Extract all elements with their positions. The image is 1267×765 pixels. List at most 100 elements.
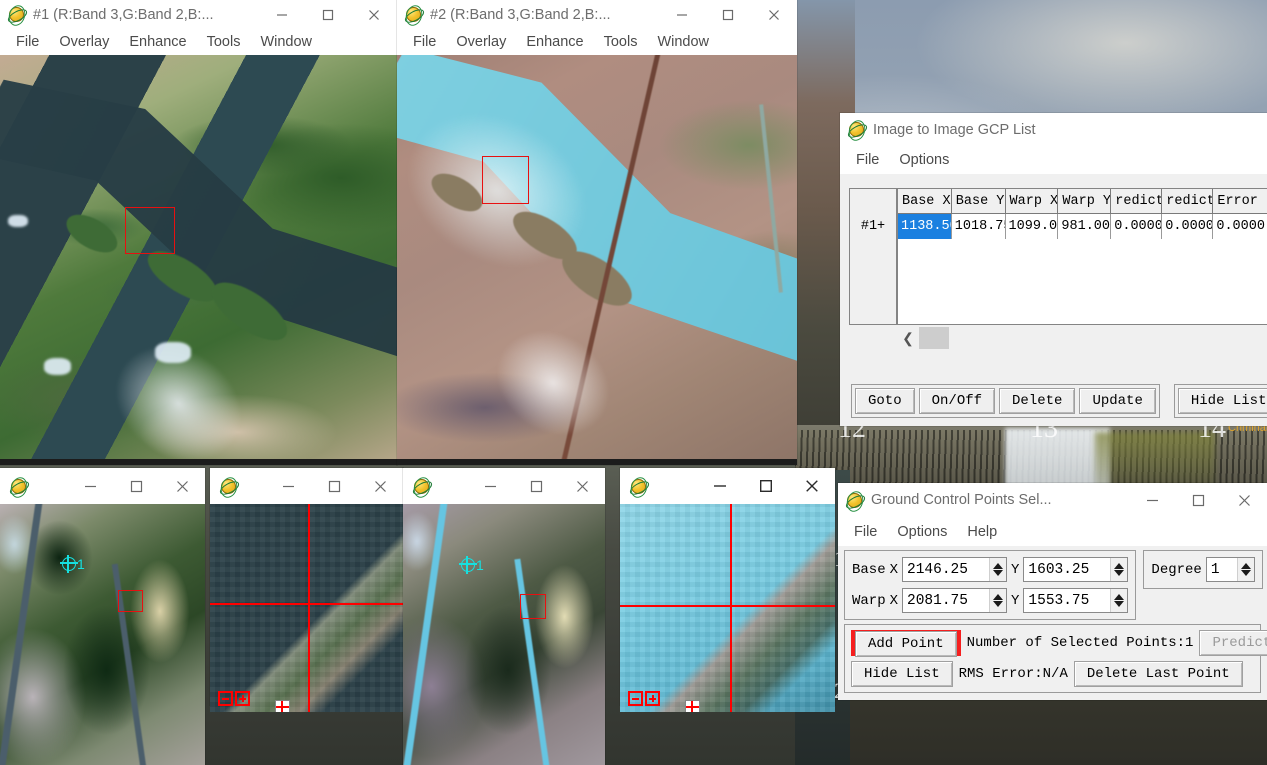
titlebar-scroll-1[interactable] bbox=[0, 468, 205, 504]
zoom-grid-icon[interactable] bbox=[685, 700, 700, 712]
close-icon[interactable] bbox=[789, 468, 835, 504]
minimize-icon[interactable] bbox=[259, 0, 305, 29]
onoff-button[interactable]: On/Off bbox=[918, 387, 996, 414]
cell-error[interactable]: 0.0000 bbox=[1213, 214, 1267, 239]
image-window-2[interactable]: #2 (R:Band 3,G:Band 2,B:... File Overlay… bbox=[397, 0, 797, 465]
image-canvas-2[interactable] bbox=[397, 55, 797, 465]
menu-help[interactable]: Help bbox=[957, 524, 1007, 540]
menu-overlay[interactable]: Overlay bbox=[446, 34, 516, 50]
close-icon[interactable] bbox=[559, 468, 605, 504]
scroll-window-2[interactable]: 1 bbox=[403, 468, 605, 765]
menu-file[interactable]: File bbox=[844, 524, 887, 540]
gcp-row-label[interactable]: #1+ bbox=[850, 214, 896, 239]
close-icon[interactable] bbox=[159, 468, 205, 504]
maximize-icon[interactable] bbox=[113, 468, 159, 504]
zoom-region-box-2[interactable] bbox=[482, 156, 529, 204]
scroll-window-1[interactable]: 1 bbox=[0, 468, 205, 765]
base-x-stepper[interactable]: 2146.25 bbox=[902, 557, 1008, 582]
image-canvas-1[interactable] bbox=[0, 55, 397, 465]
titlebar-gcp-list[interactable]: Image to Image GCP List bbox=[840, 113, 1267, 146]
view-extent-box-2[interactable] bbox=[520, 594, 546, 619]
gcp-table[interactable]: Base X Base Y Warp X Warp Y redict redic… bbox=[897, 188, 1267, 325]
menu-file[interactable]: File bbox=[403, 34, 446, 50]
menu-options[interactable]: Options bbox=[889, 152, 959, 168]
gcp-table-horizontal-scrollbar[interactable]: ❮ bbox=[897, 327, 1267, 349]
titlebar-image-2[interactable]: #2 (R:Band 3,G:Band 2,B:... bbox=[397, 0, 797, 29]
titlebar-image-1[interactable]: #1 (R:Band 3,G:Band 2,B:... bbox=[0, 0, 397, 29]
menubar-gcp-list[interactable]: File Options bbox=[840, 146, 1267, 174]
close-icon[interactable] bbox=[357, 468, 403, 504]
menu-options[interactable]: Options bbox=[887, 524, 957, 540]
base-x-value[interactable]: 2146.25 bbox=[903, 558, 989, 581]
cell-warp-x[interactable]: 1099.00 bbox=[1005, 214, 1059, 239]
degree-value[interactable]: 1 bbox=[1207, 558, 1237, 581]
warp-y-value[interactable]: 1553.75 bbox=[1024, 589, 1110, 612]
menu-enhance[interactable]: Enhance bbox=[516, 34, 593, 50]
cell-base-x[interactable]: 1138.50 bbox=[898, 214, 952, 239]
scrollbar-thumb[interactable] bbox=[919, 327, 949, 349]
menubar-image-2[interactable]: File Overlay Enhance Tools Window bbox=[397, 29, 797, 55]
minimize-icon[interactable] bbox=[265, 468, 311, 504]
degree-spin-arrows[interactable] bbox=[1236, 558, 1254, 581]
base-x-spin-arrows[interactable] bbox=[989, 558, 1007, 581]
scroll-canvas-1[interactable]: 1 bbox=[0, 504, 205, 765]
menu-window[interactable]: Window bbox=[647, 34, 719, 50]
minimize-icon[interactable] bbox=[67, 468, 113, 504]
goto-button[interactable]: Goto bbox=[855, 387, 915, 414]
zoom-in-icon[interactable] bbox=[235, 691, 250, 706]
warp-x-stepper[interactable]: 2081.75 bbox=[902, 588, 1008, 613]
menu-enhance[interactable]: Enhance bbox=[119, 34, 196, 50]
update-button[interactable]: Update bbox=[1079, 387, 1156, 414]
zoom-in-icon[interactable] bbox=[645, 691, 660, 706]
zoom-out-icon[interactable] bbox=[218, 691, 233, 706]
warp-x-spin-arrows[interactable] bbox=[989, 589, 1007, 612]
gcp-selection-window[interactable]: Ground Control Points Sel... File Option… bbox=[838, 483, 1267, 700]
close-icon[interactable] bbox=[1221, 486, 1267, 515]
menu-tools[interactable]: Tools bbox=[197, 34, 251, 50]
minimize-icon[interactable] bbox=[467, 468, 513, 504]
chevron-left-icon[interactable]: ❮ bbox=[897, 330, 919, 347]
image-window-1[interactable]: #1 (R:Band 3,G:Band 2,B:... File Overlay… bbox=[0, 0, 397, 465]
titlebar-gcp-selection[interactable]: Ground Control Points Sel... bbox=[838, 483, 1267, 517]
view-extent-box-1[interactable] bbox=[118, 590, 143, 612]
base-y-spin-arrows[interactable] bbox=[1110, 558, 1128, 581]
menubar-image-1[interactable]: File Overlay Enhance Tools Window bbox=[0, 29, 397, 55]
maximize-icon[interactable] bbox=[311, 468, 357, 504]
warp-y-stepper[interactable]: 1553.75 bbox=[1023, 588, 1129, 613]
delete-button[interactable]: Delete bbox=[999, 387, 1076, 414]
delete-last-point-button[interactable]: Delete Last Point bbox=[1073, 661, 1243, 687]
hide-list-button[interactable]: Hide List bbox=[1177, 387, 1267, 414]
close-icon[interactable] bbox=[351, 0, 397, 29]
cell-predict-y[interactable]: 0.0000 bbox=[1162, 214, 1214, 239]
table-row[interactable]: 1138.50 1018.75 1099.00 981.00 0.0000 0.… bbox=[898, 214, 1267, 239]
add-point-button[interactable]: Add Point bbox=[855, 631, 957, 657]
zoom-window-2[interactable] bbox=[620, 468, 835, 712]
minimize-icon[interactable] bbox=[659, 0, 705, 29]
maximize-icon[interactable] bbox=[705, 0, 751, 29]
titlebar-zoom-2[interactable] bbox=[620, 468, 835, 504]
base-y-stepper[interactable]: 1603.25 bbox=[1023, 557, 1129, 582]
zoom-canvas-2[interactable] bbox=[620, 504, 835, 712]
base-y-value[interactable]: 1603.25 bbox=[1024, 558, 1110, 581]
cell-warp-y[interactable]: 981.00 bbox=[1058, 214, 1112, 239]
maximize-icon[interactable] bbox=[513, 468, 559, 504]
zoom-window-1[interactable] bbox=[210, 468, 403, 712]
minimize-icon[interactable] bbox=[1129, 486, 1175, 515]
zoom-controls-1[interactable] bbox=[218, 691, 290, 712]
zoom-region-box-1[interactable] bbox=[125, 207, 175, 254]
warp-x-value[interactable]: 2081.75 bbox=[903, 589, 989, 612]
warp-y-spin-arrows[interactable] bbox=[1110, 589, 1128, 612]
titlebar-zoom-1[interactable] bbox=[210, 468, 403, 504]
cell-base-y[interactable]: 1018.75 bbox=[951, 214, 1006, 239]
hide-list-button[interactable]: Hide List bbox=[851, 661, 953, 687]
menubar-gcp-selection[interactable]: File Options Help bbox=[838, 517, 1267, 546]
minimize-icon[interactable] bbox=[697, 468, 743, 504]
degree-stepper[interactable]: 1 bbox=[1205, 557, 1255, 582]
zoom-grid-icon[interactable] bbox=[275, 700, 290, 712]
maximize-icon[interactable] bbox=[743, 468, 789, 504]
menu-overlay[interactable]: Overlay bbox=[49, 34, 119, 50]
maximize-icon[interactable] bbox=[1175, 486, 1221, 515]
menu-window[interactable]: Window bbox=[250, 34, 322, 50]
gcp-list-window[interactable]: Image to Image GCP List File Options #1+… bbox=[840, 113, 1267, 426]
cell-predict-x[interactable]: 0.0000 bbox=[1111, 214, 1163, 239]
